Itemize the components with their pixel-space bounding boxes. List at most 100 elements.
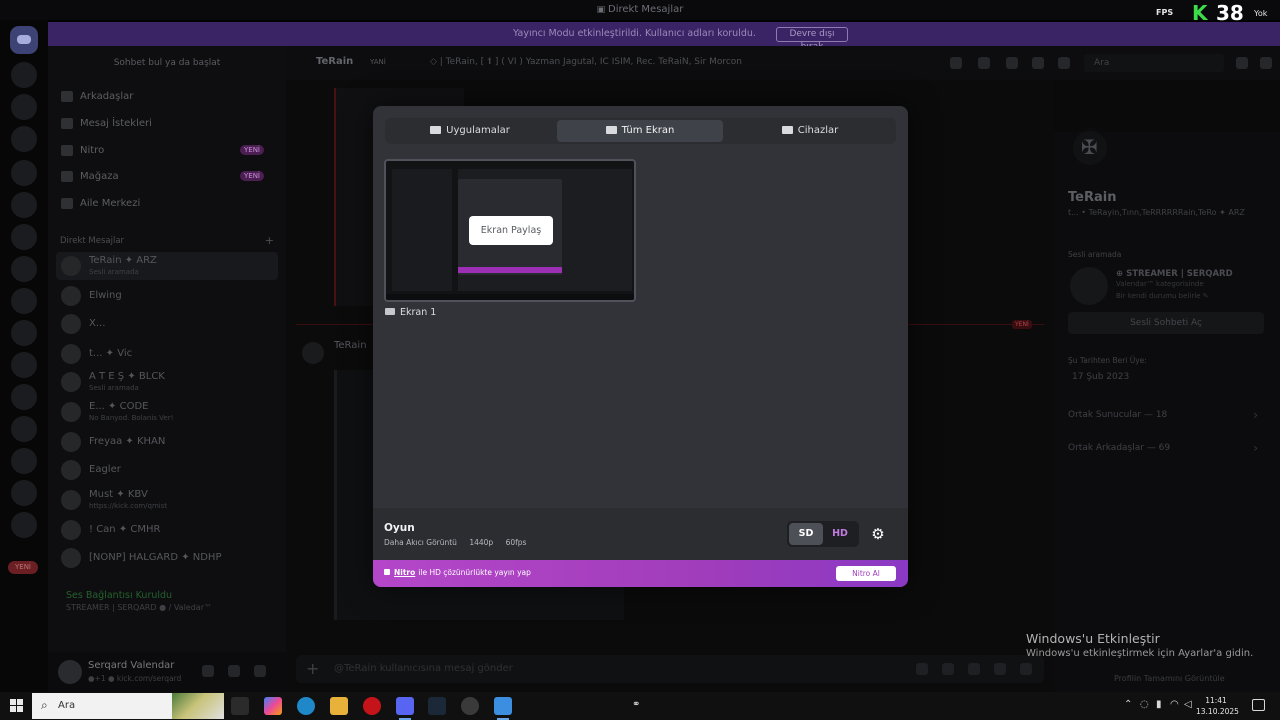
headphones-icon[interactable] [228, 665, 240, 677]
server-icon[interactable] [11, 62, 37, 88]
server-icon[interactable] [11, 94, 37, 120]
opera-icon[interactable] [363, 697, 381, 715]
file-explorer-icon[interactable] [330, 697, 348, 715]
link-icon[interactable]: ⚭ [632, 699, 640, 710]
chevron-up-icon[interactable]: ⌃ [1124, 699, 1132, 710]
discord-icon[interactable] [396, 697, 414, 720]
profile-avatar[interactable] [1070, 128, 1110, 168]
avatar[interactable] [302, 342, 324, 364]
sd-option[interactable]: SD [789, 523, 823, 545]
discord-home-icon[interactable] [10, 26, 38, 54]
nav-nitro[interactable]: Nitro YENİ [56, 140, 278, 162]
nav-shop[interactable]: Mağaza YENİ [56, 166, 278, 188]
view-full-profile-link[interactable]: Profilin Tamamını Görüntüle [1114, 674, 1225, 683]
dm-item[interactable]: Must ✦ KBV https://kick.com/qmist [56, 486, 278, 514]
server-icon[interactable] [11, 480, 37, 506]
edge-icon[interactable] [297, 697, 315, 715]
server-icon[interactable] [11, 384, 37, 410]
server-icon[interactable] [11, 256, 37, 282]
chat-search-input[interactable]: Ara [1084, 54, 1224, 72]
activity-avatar [1070, 267, 1108, 305]
sticker-icon[interactable] [968, 663, 980, 675]
dm-item[interactable]: X... [56, 310, 278, 338]
task-view-icon[interactable] [231, 697, 249, 715]
add-dm-button[interactable]: + [265, 234, 274, 247]
dm-item[interactable]: A T E Ş ✦ BLCK Sesli aramada [56, 368, 278, 396]
server-icon[interactable] [11, 224, 37, 250]
server-icon[interactable] [11, 288, 37, 314]
fps-label: FPS [1156, 8, 1174, 17]
message-input[interactable]: + @TeRain kullanıcısına mesaj gönder [296, 655, 1044, 683]
microphone-icon[interactable]: ▮ [1156, 699, 1162, 710]
app-icon[interactable] [494, 697, 512, 720]
disable-streamer-mode-button[interactable]: Devre dışı bırak [776, 27, 848, 52]
screen-preview-card[interactable]: Ekran Paylaş [384, 159, 636, 302]
gear-icon[interactable]: ⚙ [869, 525, 887, 543]
emoji-icon[interactable] [994, 663, 1006, 675]
user-profile-icon[interactable] [1058, 57, 1070, 69]
windows-start-icon[interactable] [10, 699, 24, 713]
video-icon[interactable] [978, 57, 990, 69]
nav-message-requests[interactable]: Mesaj İstekleri [56, 113, 278, 135]
server-icon[interactable] [11, 320, 37, 346]
nav-family-center[interactable]: Aile Merkezi [56, 193, 278, 215]
dm-item[interactable]: Elwing [56, 282, 278, 310]
get-nitro-button[interactable]: Nitro Al [836, 566, 896, 581]
mutual-servers-row[interactable]: Ortak Sunucular — 18 [1068, 404, 1264, 426]
gif-icon[interactable] [942, 663, 954, 675]
steam-icon[interactable] [428, 697, 446, 715]
dm-item[interactable]: Eagler [56, 456, 278, 484]
dm-item[interactable]: [NONP] HALGARD ✦ NDHP [56, 544, 278, 572]
nitro-link[interactable]: Nitro [394, 568, 415, 577]
avatar [61, 548, 81, 568]
taskbar-search-input[interactable]: ⌕ Ara [32, 693, 224, 719]
mutual-friends-row[interactable]: Ortak Arkadaşlar — 69 [1068, 437, 1264, 459]
inbox-icon[interactable] [1236, 57, 1248, 69]
dm-item[interactable]: Freyaa ✦ KHAN [56, 428, 278, 456]
avatar[interactable] [58, 660, 82, 684]
tab-applications[interactable]: Uygulamalar [387, 120, 553, 142]
gear-icon[interactable] [254, 665, 266, 677]
network-icon[interactable]: ◌ [1140, 699, 1149, 710]
nav-label: Mesaj İstekleri [80, 118, 152, 129]
dm-item[interactable]: TeRain ✦ ARZ Sesli aramada [56, 252, 278, 280]
avatar [61, 344, 81, 364]
dm-item[interactable]: t... ✦ Vic [56, 340, 278, 368]
dm-search-input[interactable]: Sohbet bul ya da başlat [56, 54, 278, 72]
server-icon[interactable] [11, 126, 37, 152]
dm-item[interactable]: ! Can ✦ CMHR [56, 516, 278, 544]
dm-name: Eagler [89, 464, 121, 475]
tab-devices[interactable]: Cihazlar [727, 120, 893, 142]
tab-entire-screen[interactable]: Tüm Ekran [557, 120, 723, 142]
volume-icon[interactable]: ◁ [1184, 699, 1192, 710]
call-icon[interactable] [950, 57, 962, 69]
microphone-icon[interactable] [202, 665, 214, 677]
notification-icon[interactable] [1252, 699, 1265, 711]
add-attachment-icon[interactable]: + [306, 659, 319, 678]
new-badge: YENİ [240, 145, 264, 155]
apps-icon[interactable] [1020, 663, 1032, 675]
dm-item[interactable]: E... ✦ CODE No Banyod. Bolanis Ver! [56, 398, 278, 426]
server-icon[interactable] [11, 352, 37, 378]
nav-friends[interactable]: Arkadaşlar [56, 86, 278, 108]
wifi-icon[interactable]: ◠ [1170, 699, 1179, 710]
message-author[interactable]: TeRain [334, 340, 367, 351]
server-icon[interactable] [11, 448, 37, 474]
add-member-icon[interactable] [1032, 57, 1044, 69]
clock[interactable]: 11:41 13.10.2025 [1196, 695, 1239, 717]
pin-icon[interactable] [1006, 57, 1018, 69]
gift-icon[interactable] [916, 663, 928, 675]
share-screen-button[interactable]: Ekran Paylaş [469, 216, 553, 245]
server-icon[interactable] [11, 512, 37, 538]
help-icon[interactable] [1260, 57, 1272, 69]
preview-sidebar [392, 169, 452, 291]
open-voice-chat-button[interactable]: Sesli Sohbeti Aç [1068, 312, 1264, 334]
voice-status-channel[interactable]: STREAMER | SERQARD ● / Valedar™ [66, 603, 212, 612]
server-icon[interactable] [11, 416, 37, 442]
hd-option[interactable]: HD [823, 523, 857, 545]
server-icon[interactable] [11, 160, 37, 186]
nitro-icon [61, 145, 73, 156]
server-icon[interactable] [11, 192, 37, 218]
obs-icon[interactable] [461, 697, 479, 715]
copilot-icon[interactable] [264, 697, 282, 715]
